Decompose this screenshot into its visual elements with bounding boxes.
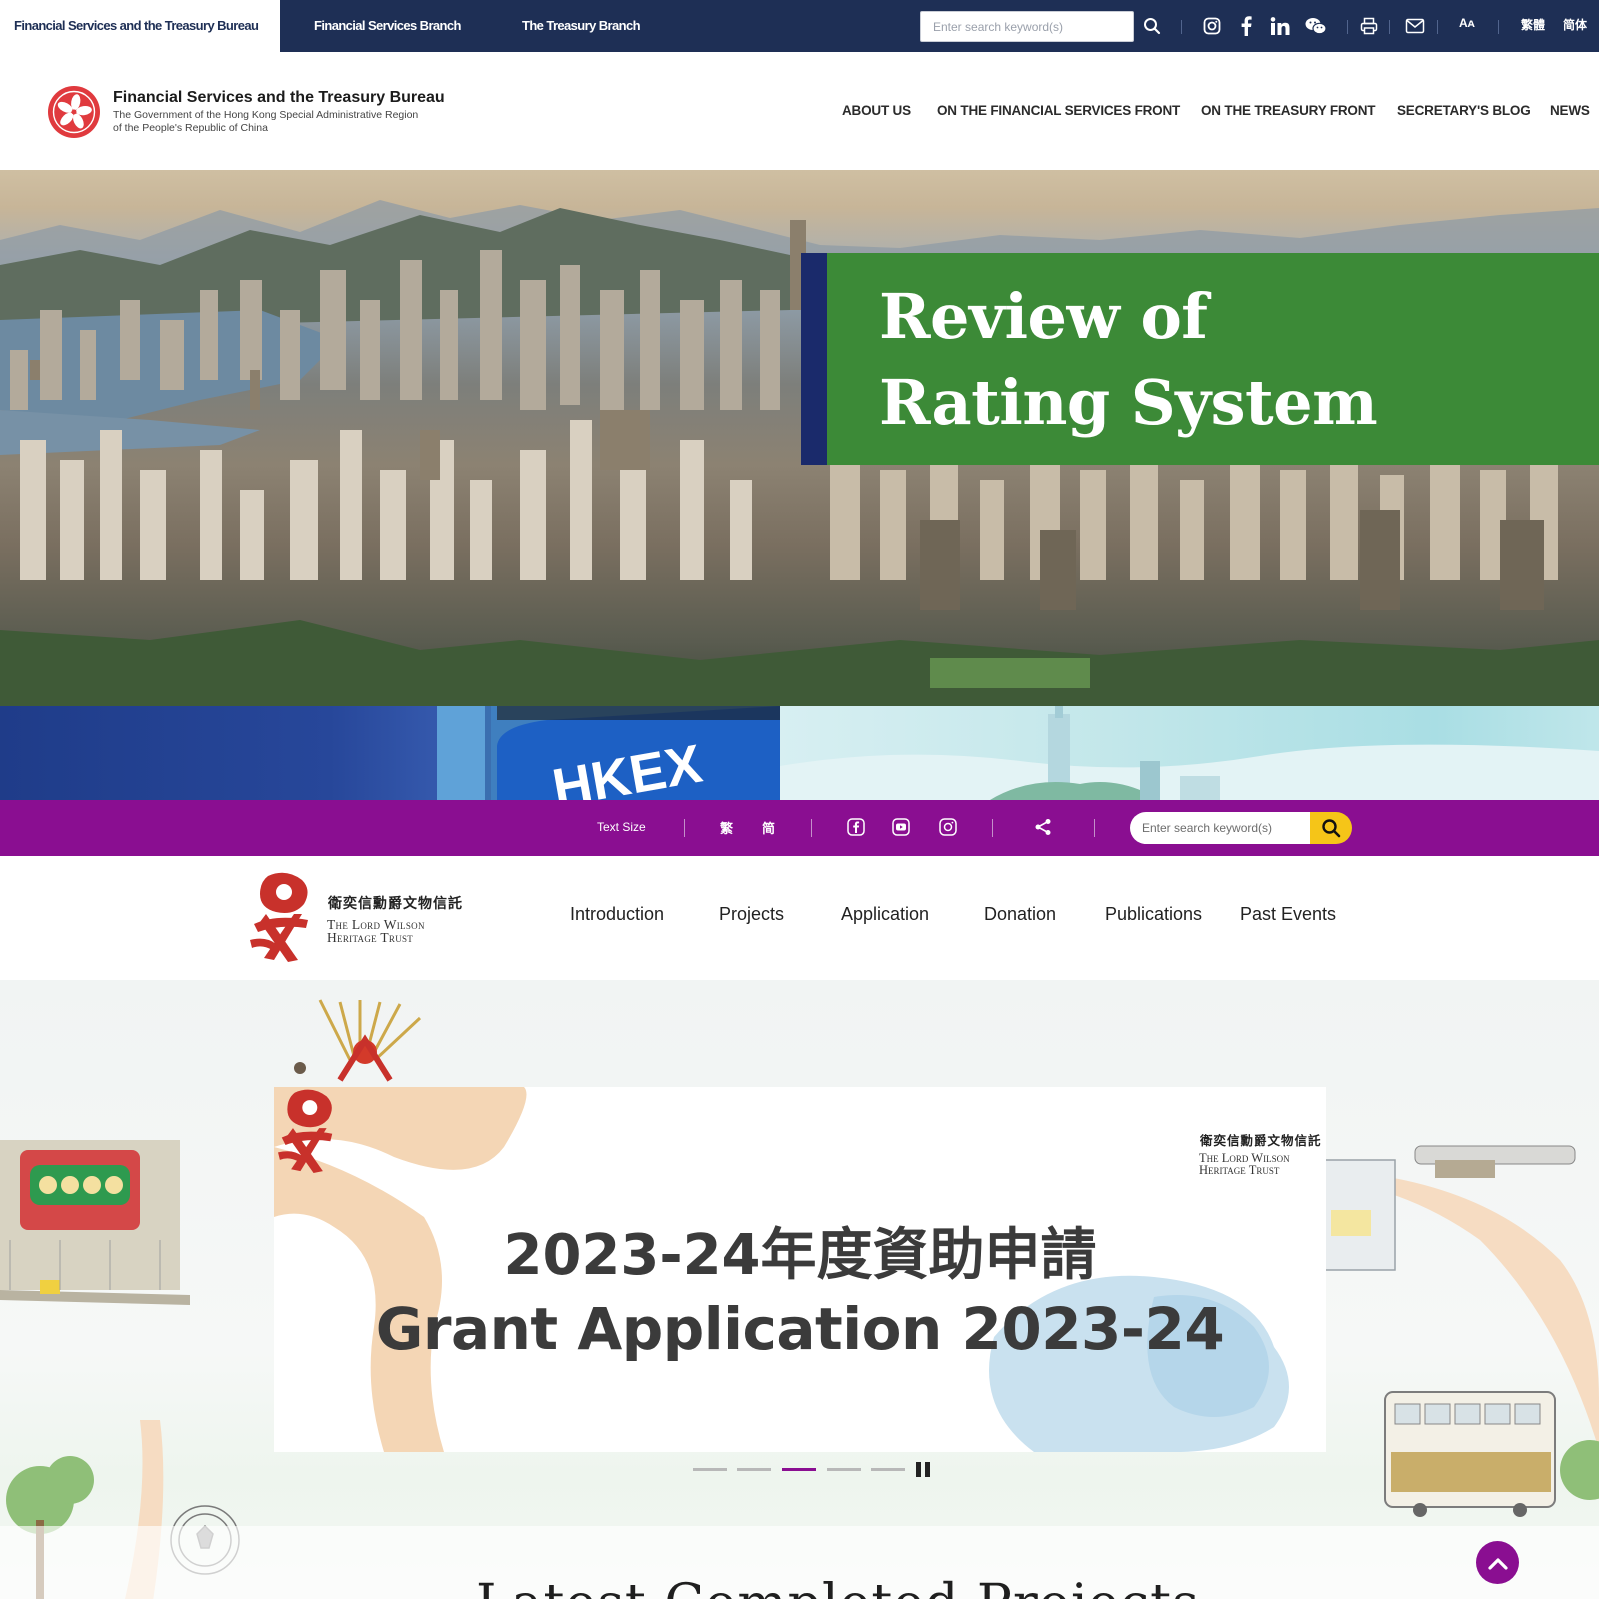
nav-projects[interactable]: Projects bbox=[719, 904, 784, 925]
org-subtitle-line-2: of the People's Republic of China bbox=[113, 122, 268, 134]
carousel-indicator-1[interactable] bbox=[693, 1468, 727, 1471]
nav-introduction[interactable]: Introduction bbox=[570, 904, 664, 925]
nav-donation[interactable]: Donation bbox=[984, 904, 1056, 925]
hkex-sign-image: HKEX bbox=[437, 706, 780, 800]
lwht-utility-bar bbox=[0, 800, 1599, 856]
hero-title-line-1: Review of bbox=[879, 280, 1208, 353]
divider bbox=[1347, 20, 1348, 34]
font-size-toggle[interactable]: Aᴀ bbox=[1459, 16, 1475, 30]
search-icon bbox=[1322, 819, 1341, 838]
linkedin-icon[interactable] bbox=[1268, 14, 1292, 38]
pause-icon[interactable] bbox=[916, 1462, 932, 1477]
strip-tile-integrity bbox=[0, 706, 440, 800]
lwht-search-input[interactable] bbox=[1130, 812, 1312, 844]
print-icon[interactable] bbox=[1357, 14, 1381, 38]
wechat-icon[interactable] bbox=[1304, 14, 1328, 38]
nav-financial-services-front[interactable]: ON THE FINANCIAL SERVICES FRONT bbox=[937, 103, 1180, 118]
strip-tile-hkex: HKEX bbox=[437, 706, 780, 800]
instagram-icon[interactable] bbox=[1200, 14, 1224, 38]
skyline-illustration bbox=[780, 706, 1599, 800]
nav-news[interactable]: NEWS bbox=[1550, 103, 1590, 118]
facebook-icon[interactable] bbox=[1234, 14, 1258, 38]
lwht-hero-carousel: 衛奕信勳爵文物信託 The Lord Wilson Heritage Trust… bbox=[0, 980, 1599, 1599]
lang-traditional-chinese[interactable]: 繁 bbox=[720, 818, 733, 837]
search-icon[interactable] bbox=[1140, 14, 1164, 38]
divider bbox=[1437, 20, 1438, 34]
youtube-icon[interactable] bbox=[889, 815, 913, 839]
back-to-top-button[interactable] bbox=[1476, 1541, 1519, 1584]
tab-treasury-branch[interactable]: The Treasury Branch bbox=[522, 0, 641, 52]
nav-publications[interactable]: Publications bbox=[1105, 904, 1202, 925]
divider bbox=[1094, 819, 1095, 837]
lwht-name-english-line-2: Heritage Trust bbox=[327, 930, 414, 945]
slide-title-chinese: 2023-24年度資助申請 bbox=[503, 1223, 1097, 1288]
slide-name-english-line-2: Heritage Trust bbox=[1199, 1163, 1280, 1177]
nav-secretarys-blog[interactable]: SECRETARY'S BLOG bbox=[1397, 103, 1531, 118]
strip-caption: We maintain the integrity bbox=[14, 55, 426, 89]
divider bbox=[992, 819, 993, 837]
lwht-header bbox=[0, 856, 1599, 980]
lwht-search-button[interactable] bbox=[1310, 812, 1352, 844]
facebook-icon[interactable] bbox=[844, 815, 868, 839]
mail-icon[interactable] bbox=[1403, 14, 1427, 38]
divider bbox=[1389, 20, 1390, 34]
lwht-hero-slide[interactable]: 衛奕信勳爵文物信託 The Lord Wilson Heritage Trust… bbox=[274, 1087, 1326, 1452]
hero-title-line-2: Rating System bbox=[879, 366, 1378, 439]
lang-simplified-chinese[interactable]: 简体 bbox=[1563, 16, 1587, 33]
section-heading: Latest Completed Projects bbox=[476, 1574, 1200, 1599]
slide-title-english: Grant Application 2023-24 bbox=[375, 1295, 1225, 1363]
lwht-name-chinese: 衛奕信勳爵文物信託 bbox=[328, 896, 463, 912]
share-icon[interactable] bbox=[1031, 815, 1055, 839]
strip-tile-skyline bbox=[780, 706, 1599, 800]
org-subtitle-line-1: The Government of the Hong Kong Special … bbox=[113, 109, 419, 121]
org-name: Financial Services and the Treasury Bure… bbox=[113, 89, 445, 106]
divider bbox=[1181, 20, 1182, 34]
instagram-icon[interactable] bbox=[936, 815, 960, 839]
fstb-search-input[interactable] bbox=[920, 11, 1134, 42]
carousel-indicator-3[interactable] bbox=[782, 1468, 816, 1471]
tab-financial-services-branch[interactable]: Financial Services Branch bbox=[314, 0, 461, 52]
carousel-indicator-5[interactable] bbox=[871, 1468, 905, 1471]
slide-name-chinese: 衛奕信勳爵文物信託 bbox=[1200, 1133, 1322, 1148]
divider bbox=[811, 819, 812, 837]
nav-past-events[interactable]: Past Events bbox=[1240, 904, 1336, 925]
hksar-emblem-logo[interactable] bbox=[46, 84, 102, 140]
tab-fstb-home[interactable]: Financial Services and the Treasury Bure… bbox=[0, 0, 280, 52]
hero-banner-stripe bbox=[801, 253, 827, 465]
nav-about-us[interactable]: ABOUT US bbox=[842, 103, 911, 118]
nav-application[interactable]: Application bbox=[841, 904, 929, 925]
lwht-logo[interactable] bbox=[246, 870, 316, 962]
divider bbox=[684, 819, 685, 837]
carousel-indicator-2[interactable] bbox=[737, 1468, 771, 1471]
feature-strip[interactable]: HKEX bbox=[0, 706, 1599, 800]
nav-treasury-front[interactable]: ON THE TREASURY FRONT bbox=[1201, 103, 1376, 118]
lang-traditional-chinese[interactable]: 繁體 bbox=[1521, 16, 1545, 33]
lang-simplified-chinese[interactable]: 简 bbox=[762, 818, 775, 837]
chevron-up-icon bbox=[1487, 1557, 1508, 1570]
lwht-logo-slide bbox=[278, 1089, 333, 1173]
divider bbox=[1498, 20, 1499, 34]
carousel-indicator-4[interactable] bbox=[827, 1468, 861, 1471]
text-size-button[interactable]: Text Size bbox=[597, 820, 646, 834]
